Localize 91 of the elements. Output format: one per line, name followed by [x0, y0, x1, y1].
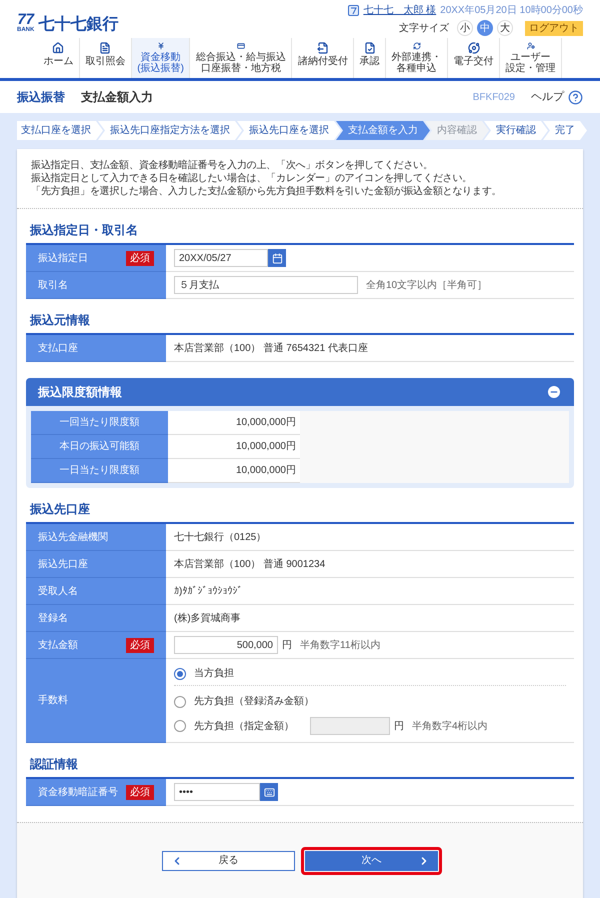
nav-tab[interactable]: ユーザー 設定・管理 [500, 38, 562, 78]
instruction-text: 振込指定日、支払金額、資金移動暗証番号を入力の上、「次へ」ボタンを押してください。 [31, 159, 434, 172]
field-hint: 半角数字11桁以内 [300, 638, 380, 652]
instruction-text: 振込指定日として入力できる日を確認したい場合は、「カレンダー」のアイコンを押してください。 [31, 172, 474, 185]
required-badge: 必須 [126, 638, 154, 652]
field-hint: 半角数字4桁以内 [412, 720, 488, 734]
font-size-button[interactable]: 大 [497, 20, 513, 36]
field-value: ｶ)ﾀｶﾞｼﾞｮｳｼｮｳｼﾞ [174, 584, 242, 598]
panel-header[interactable]: 振込限度額情報 [26, 378, 574, 406]
calendar-icon [272, 252, 282, 264]
row-label: 本日の振込可能額 [60, 440, 140, 454]
instruction-text: 「先方負担」を選択した場合、入力した支払金額から先方負担手数料を引いた金額が振込金額となります。 [31, 185, 502, 198]
document-check-icon [364, 42, 376, 54]
back-button[interactable]: 戻る [162, 850, 295, 870]
step-item: 内容確認 [425, 121, 489, 140]
page-title: 支払金額入力 [81, 89, 153, 106]
font-size-button[interactable]: 小 [457, 20, 473, 36]
orbit-icon [468, 42, 480, 54]
user-icon [348, 5, 360, 16]
user-gear-icon [524, 42, 536, 50]
password-field[interactable]: •••• [174, 783, 260, 801]
keyboard-button[interactable] [260, 783, 278, 801]
section-title: 振込指定日・取引名 [28, 222, 139, 239]
card-icon [234, 42, 247, 50]
radio-button[interactable] [174, 668, 186, 680]
amount-field[interactable]: 500,000 [174, 636, 278, 654]
nav-tab[interactable]: 承認 [354, 38, 386, 78]
nav-tab[interactable]: 電子交付 [448, 38, 500, 78]
row-label: 一回当たり限度額 [60, 416, 140, 430]
field-hint: 全角10文字以内［半角可］ [366, 278, 488, 292]
row-label: 支払口座 [38, 342, 78, 356]
row-label: 一日当たり限度額 [60, 464, 140, 478]
required-badge: 必須 [126, 784, 154, 800]
radio-label: 先方負担（指定金額） [194, 720, 294, 734]
step-item: 支払金額を入力 [336, 121, 430, 140]
logo-number: 77 [17, 12, 34, 27]
section-title: 認証情報 [28, 756, 79, 773]
refresh-icon [410, 42, 423, 50]
step-item: 振込先口座を選択 [237, 121, 341, 140]
text-field[interactable]: ５月支払 [174, 276, 358, 294]
step-item: 支払口座を選択 [17, 121, 103, 140]
calendar-button[interactable] [268, 249, 286, 267]
field-value: 本店営業部（100） 普通 9001234 [174, 558, 326, 572]
row-label: 振込先金融機関 [38, 530, 108, 544]
row-label: 振込指定日 [38, 252, 88, 266]
required-badge: 必須 [126, 250, 154, 266]
radio-button[interactable] [174, 720, 186, 732]
radio-button[interactable] [174, 696, 186, 708]
panel-title: 振込限度額情報 [38, 384, 122, 401]
unit-label: 円 [282, 638, 292, 652]
nav-tab[interactable]: 資金移動 (振込振替) [132, 38, 190, 78]
font-size-label: 文字サイズ [399, 22, 449, 36]
row-label: 取引名 [38, 278, 68, 292]
nav-tab[interactable]: ホーム [38, 38, 80, 78]
row-label: 振込先口座 [38, 558, 88, 572]
help-button[interactable]: ヘルプ [531, 88, 583, 106]
logout-button[interactable]: ログアウト [525, 20, 583, 36]
section-title: 振込元情報 [28, 312, 91, 329]
logo-name: 七十七銀行 [38, 17, 118, 33]
section-title: 振込先口座 [28, 501, 91, 518]
user-name-link[interactable]: 七十七 太郎 様 [363, 3, 436, 18]
document-icon [99, 42, 112, 54]
house-icon [52, 42, 64, 54]
field-value: (株)多賀城商事 [174, 612, 241, 626]
unit-label: 円 [394, 720, 404, 734]
nav-tab[interactable]: 外部連携・ 各種申込 [386, 38, 448, 78]
row-label: 支払金額 [38, 638, 78, 652]
row-label: 受取人名 [38, 584, 78, 598]
step-item: 完了 [543, 121, 587, 140]
nav-tab[interactable]: 諸納付受付 [292, 38, 354, 78]
nav-tab[interactable]: 総合振込・給与振込 口座振替・地方税 [190, 38, 292, 78]
step-item: 振込先口座指定方法を選択 [98, 121, 242, 140]
date-field[interactable]: 20XX/05/27 [174, 249, 268, 267]
page-category: 振込振替 [17, 89, 66, 106]
screen-id: BFKF029 [472, 90, 515, 104]
row-label: 手数料 [38, 694, 68, 708]
datetime: 20XX年05月20日 10時00分00秒 [440, 4, 583, 18]
limit-value: 10,000,000円 [168, 435, 300, 459]
step-item: 実行確認 [484, 121, 548, 140]
help-icon [568, 90, 583, 104]
row-label: 登録名 [38, 612, 68, 626]
keyboard-icon [264, 786, 274, 798]
field-value: 七十七銀行（0125） [174, 530, 266, 544]
limit-value: 10,000,000円 [168, 411, 300, 435]
field-value: 本店営業部（100） 普通 7654321 代表口座 [174, 342, 368, 356]
radio-label: 当方負担 [194, 666, 234, 681]
document-arrow-icon [316, 42, 329, 54]
radio-label: 先方負担（登録済み金額） [194, 694, 314, 709]
limit-value: 10,000,000円 [168, 459, 300, 483]
next-button[interactable]: 次へ [305, 850, 438, 870]
row-label: 資金移動暗証番号 [38, 786, 118, 800]
